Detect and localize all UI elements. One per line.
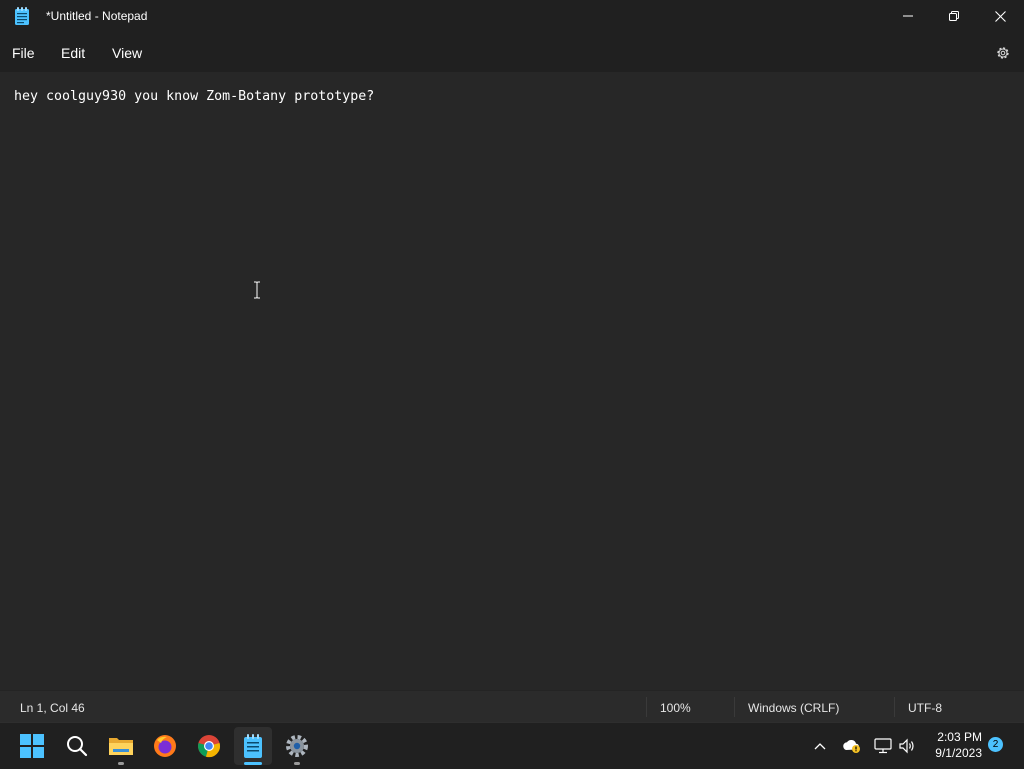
firefox-button[interactable] [146,727,184,765]
minimize-icon [903,15,913,17]
menu-edit[interactable]: Edit [61,45,85,61]
close-icon [994,10,1006,22]
zoom-level: 100% [660,701,691,715]
notification-badge[interactable]: 2 [988,737,1003,752]
menu-view[interactable]: View [112,45,142,61]
title-bar: *Untitled - Notepad [0,0,1024,32]
line-ending: Windows (CRLF) [748,701,840,715]
text-editor[interactable]: hey coolguy930 you know Zom-Botany proto… [0,72,1024,690]
clock-time: 2:03 PM [937,730,982,744]
chrome-icon [198,735,220,758]
notepad-app-icon [15,7,29,25]
status-divider [646,697,647,717]
chevron-up-icon [814,743,826,750]
clock[interactable]: 2:03 PM 9/1/2023 [922,729,982,761]
status-bar: Ln 1, Col 46 100% Windows (CRLF) UTF-8 [0,690,1024,723]
close-button[interactable] [977,0,1023,32]
window-title: *Untitled - Notepad [46,9,148,23]
firefox-icon [154,735,176,757]
running-indicator [294,762,300,765]
restore-icon [949,11,959,21]
network-icon [874,738,892,754]
volume-icon [899,738,914,754]
active-indicator [244,762,262,765]
show-hidden-icons-button[interactable] [810,736,830,756]
settings-taskbar-button[interactable] [278,727,316,765]
menu-file[interactable]: File [12,45,35,61]
status-divider [734,697,735,717]
chrome-button[interactable] [190,727,228,765]
restore-button[interactable] [931,0,977,32]
notepad-icon [244,734,262,758]
editor-content: hey coolguy930 you know Zom-Botany proto… [14,89,375,104]
minimize-button[interactable] [885,0,931,32]
settings-button[interactable] [992,42,1014,64]
clock-date: 9/1/2023 [935,746,982,760]
volume-tray-button[interactable] [897,736,917,756]
onedrive-warning-icon [843,739,860,753]
encoding: UTF-8 [908,701,942,715]
running-indicator [118,762,124,765]
windows-start-icon [20,734,44,758]
cursor-position: Ln 1, Col 46 [20,701,85,715]
search-button[interactable] [58,727,96,765]
status-divider [894,697,895,717]
search-icon [67,736,88,757]
text-cursor-icon [254,281,260,299]
notepad-taskbar-button[interactable] [234,727,272,765]
file-explorer-button[interactable] [102,727,140,765]
taskbar: 2:03 PM 9/1/2023 2 [0,722,1024,769]
settings-icon [286,735,308,757]
file-explorer-icon [109,738,133,755]
gear-icon [997,47,1009,59]
menu-bar: File Edit View [0,32,1024,72]
start-button[interactable] [13,727,51,765]
network-tray-button[interactable] [873,736,893,756]
onedrive-tray-button[interactable] [842,736,862,756]
